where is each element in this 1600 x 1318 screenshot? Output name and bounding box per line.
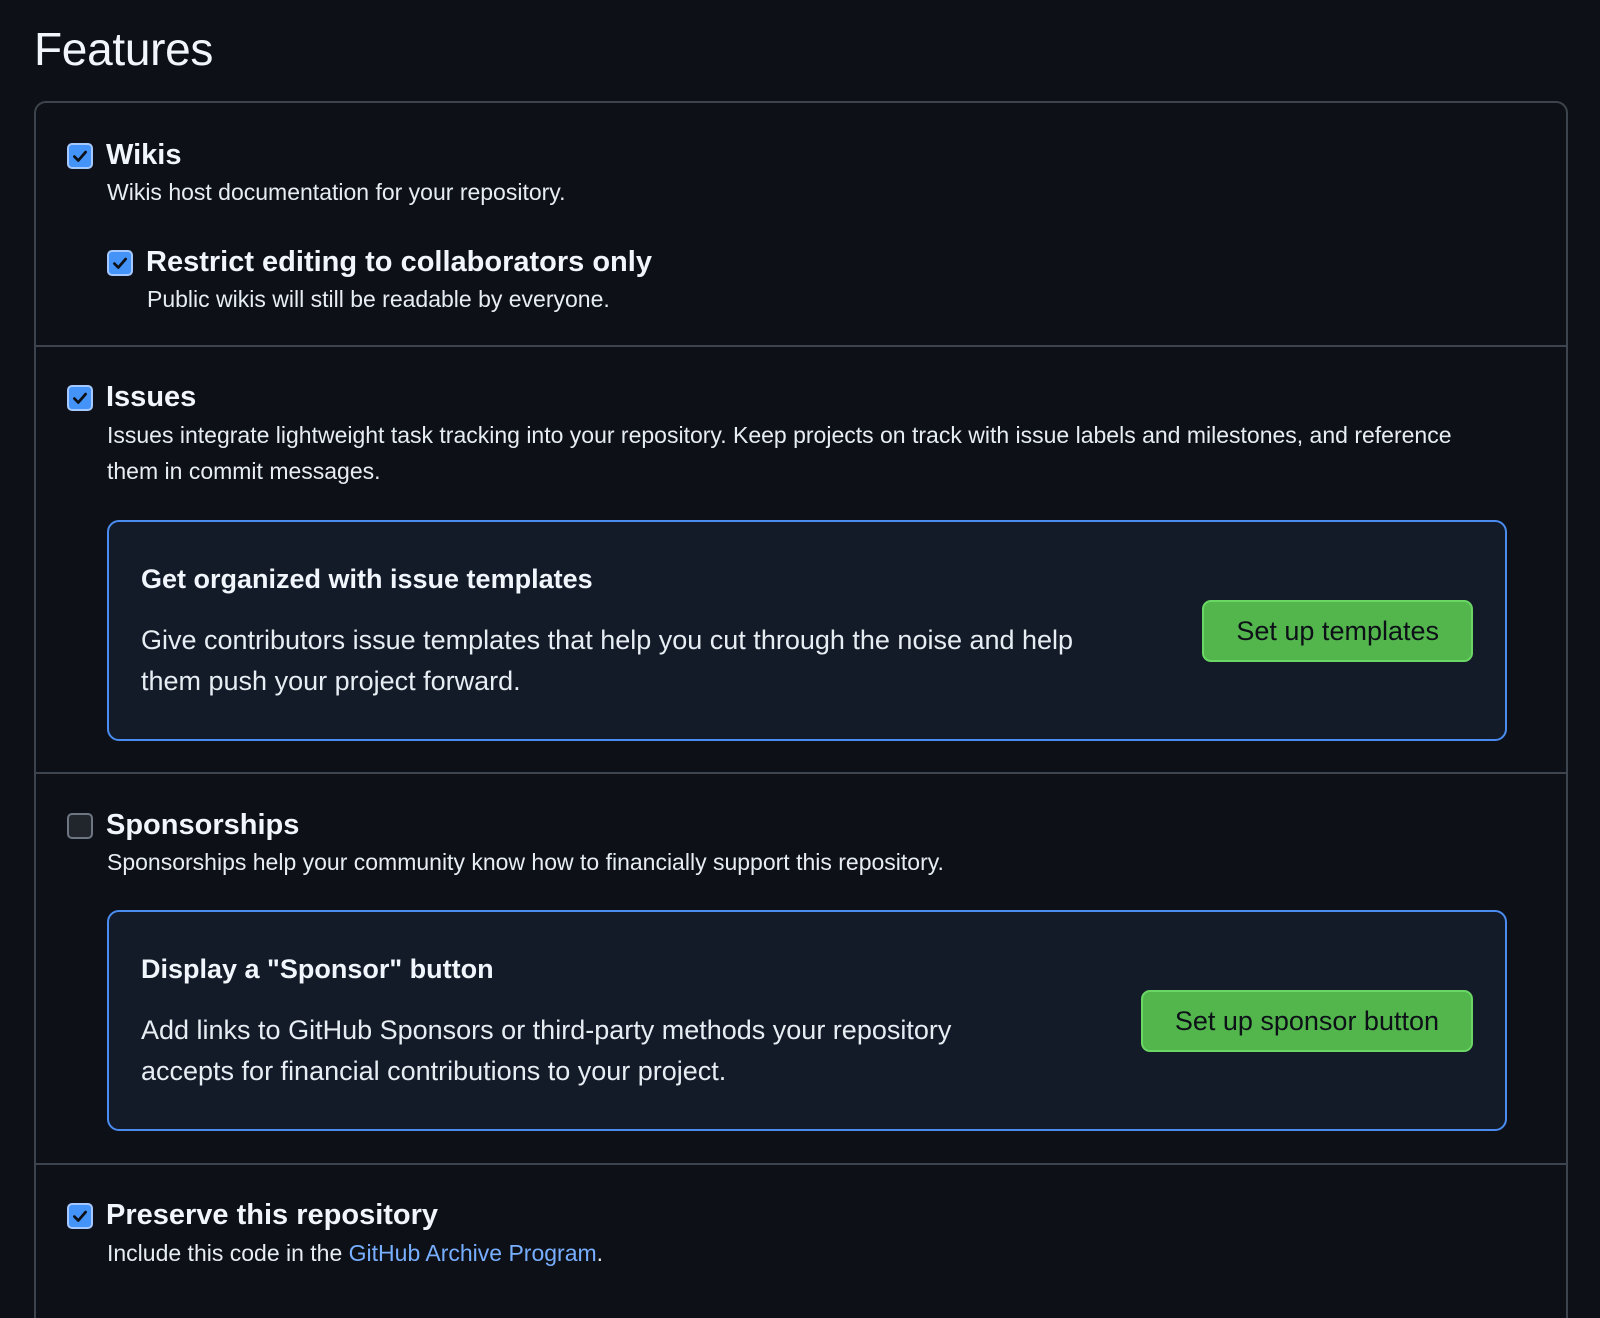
wikis-description: Wikis host documentation for your reposi…: [107, 179, 566, 205]
wikis-label: Wikis: [106, 139, 182, 171]
features-page: Features Wikis Wikis host documentation …: [0, 0, 1600, 1318]
issues-checkbox[interactable]: [67, 384, 93, 411]
section-preserve: Preserve this repository Include this co…: [36, 1165, 1566, 1318]
check-icon: [73, 150, 87, 162]
section-issues: Issues Issues integrate lightweight task…: [36, 347, 1566, 774]
preserve-description: Include this code in the GitHub Archive …: [107, 1235, 603, 1271]
check-icon: [113, 257, 127, 269]
sponsor-button-text: Add links to GitHub Sponsors or third-pa…: [141, 1015, 952, 1086]
issue-templates-callout: Get organized with issue templates Give …: [107, 520, 1507, 741]
issues-label: Issues: [106, 381, 197, 413]
page-title: Features: [34, 23, 214, 75]
sponsorships-checkbox[interactable]: [67, 812, 93, 839]
features-box: Wikis Wikis host documentation for your …: [34, 101, 1568, 1318]
sponsorships-description: Sponsorships help your community know ho…: [107, 849, 944, 875]
sponsor-button-title: Display a "Sponsor" button: [141, 954, 494, 984]
section-wikis: Wikis Wikis host documentation for your …: [36, 103, 1566, 347]
preserve-option[interactable]: Preserve this repository: [67, 1199, 438, 1232]
wikis-checkbox[interactable]: [67, 142, 93, 169]
section-sponsorships: Sponsorships Sponsorships help your comm…: [36, 774, 1566, 1165]
restrict-editing-description: Public wikis will still be readable by e…: [147, 286, 610, 312]
restrict-editing-option[interactable]: Restrict editing to collaborators only: [107, 246, 652, 279]
issues-option[interactable]: Issues: [67, 381, 196, 414]
preserve-description-suffix: .: [596, 1240, 604, 1266]
issue-templates-text: Give contributors issue templates that h…: [141, 625, 1074, 696]
issue-templates-title: Get organized with issue templates: [141, 564, 593, 594]
issues-description: Issues integrate lightweight task tracki…: [107, 422, 1452, 484]
sponsorships-option[interactable]: Sponsorships: [67, 809, 299, 842]
set-up-sponsor-button[interactable]: Set up sponsor button: [1140, 990, 1473, 1052]
check-icon: [73, 1210, 87, 1222]
preserve-checkbox[interactable]: [67, 1202, 93, 1229]
set-up-templates-button[interactable]: Set up templates: [1202, 600, 1473, 662]
preserve-description-prefix: Include this code in the: [107, 1240, 349, 1266]
wikis-option[interactable]: Wikis: [67, 139, 182, 172]
github-archive-program-link[interactable]: GitHub Archive Program: [349, 1240, 597, 1266]
preserve-label: Preserve this repository: [106, 1199, 439, 1231]
check-icon: [73, 392, 87, 404]
sponsorships-label: Sponsorships: [106, 809, 300, 841]
sponsor-button-callout: Display a "Sponsor" button Add links to …: [107, 910, 1507, 1131]
restrict-editing-checkbox[interactable]: [107, 249, 133, 276]
restrict-editing-label: Restrict editing to collaborators only: [146, 246, 652, 278]
